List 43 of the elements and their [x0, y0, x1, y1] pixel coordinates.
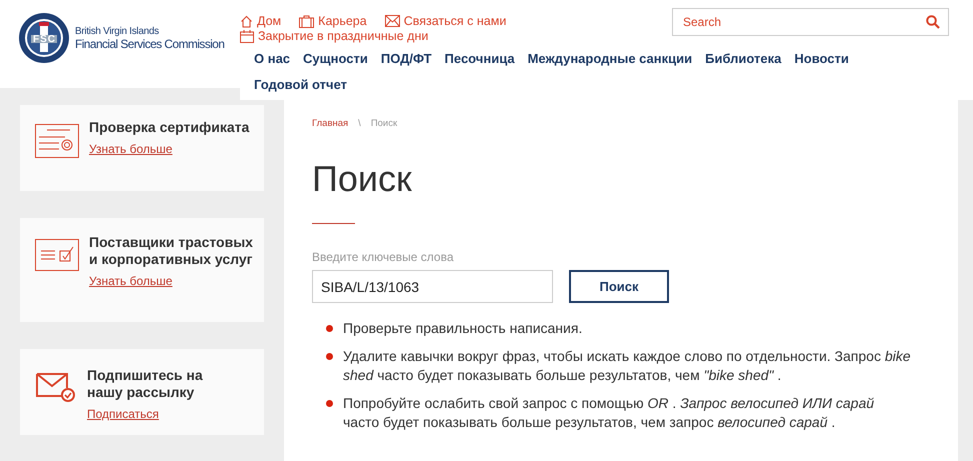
certificate-icon — [35, 124, 79, 158]
nav-link[interactable]: Сущности — [303, 46, 368, 72]
breadcrumb-link[interactable]: Главная — [312, 118, 348, 129]
card-title: Поставщики трастовых и корпоративных услуг — [89, 234, 254, 268]
organization-name: Financial Services Commission — [75, 36, 224, 50]
nav-link[interactable]: ПОД/ФТ — [380, 46, 432, 72]
bullet-icon — [326, 325, 333, 332]
bullet-icon — [326, 400, 333, 407]
checklist-icon — [35, 239, 79, 271]
keyword-input-field[interactable]: SIBA/L/13/1063 — [312, 270, 553, 303]
card-title: Подпишитесь на нашу рассылку — [87, 367, 204, 401]
nav-link[interactable]: Годовой отчет — [254, 72, 348, 98]
home-icon — [240, 14, 253, 28]
nav-link[interactable]: Песочница — [444, 46, 515, 72]
logo-emblem-icon — [18, 12, 70, 64]
search-tip: Попробуйте ослабить свой запрос с помощью OR . Запрос велосипед ИЛИ сарай часто будет показывать больше результатов, чем запрос велосипед сарай . — [343, 394, 876, 432]
page-heading: Поиск — [312, 159, 413, 199]
calendar-icon — [240, 30, 254, 42]
briefcase-icon — [299, 14, 314, 28]
search-icon[interactable] — [926, 15, 940, 29]
top-link[interactable]: Закрытие в праздничные дни — [240, 29, 428, 43]
nav-link[interactable]: О нас — [254, 46, 290, 72]
card-title: Проверка сертификата — [89, 119, 250, 136]
breadcrumb-separator: \ — [358, 118, 361, 129]
top-link[interactable]: Карьера — [299, 14, 367, 28]
field-label: Введите ключевые слова — [312, 250, 455, 264]
envelope-check-icon — [35, 372, 77, 402]
organization-subtitle: British Virgin Islands — [75, 26, 160, 36]
search-button[interactable]: Поиск — [569, 270, 669, 303]
bullet-icon — [326, 353, 333, 360]
mail-icon — [384, 15, 400, 27]
nav-link[interactable]: Новости — [794, 46, 849, 72]
search-tip: Проверьте правильность написания. — [343, 319, 584, 338]
search-field[interactable]: Search — [672, 8, 949, 36]
top-link[interactable]: Дом — [240, 14, 282, 28]
top-link[interactable]: Связаться с нами — [384, 14, 506, 28]
nav-link[interactable]: Библиотека — [705, 46, 782, 72]
card-link[interactable]: Узнать больше — [89, 142, 254, 156]
nav-link[interactable]: Международные санкции — [528, 46, 692, 72]
logo-badge-text: FSC — [33, 34, 56, 45]
card-link[interactable]: Подписаться — [87, 407, 227, 421]
search-tip: Удалите кавычки вокруг фраз, чтобы искать каждое слово по отдельности. Запрос bike shed часто будет показывать больше результатов, чем "bike shed" . — [343, 347, 912, 385]
card-link[interactable]: Узнать больше — [89, 274, 254, 288]
